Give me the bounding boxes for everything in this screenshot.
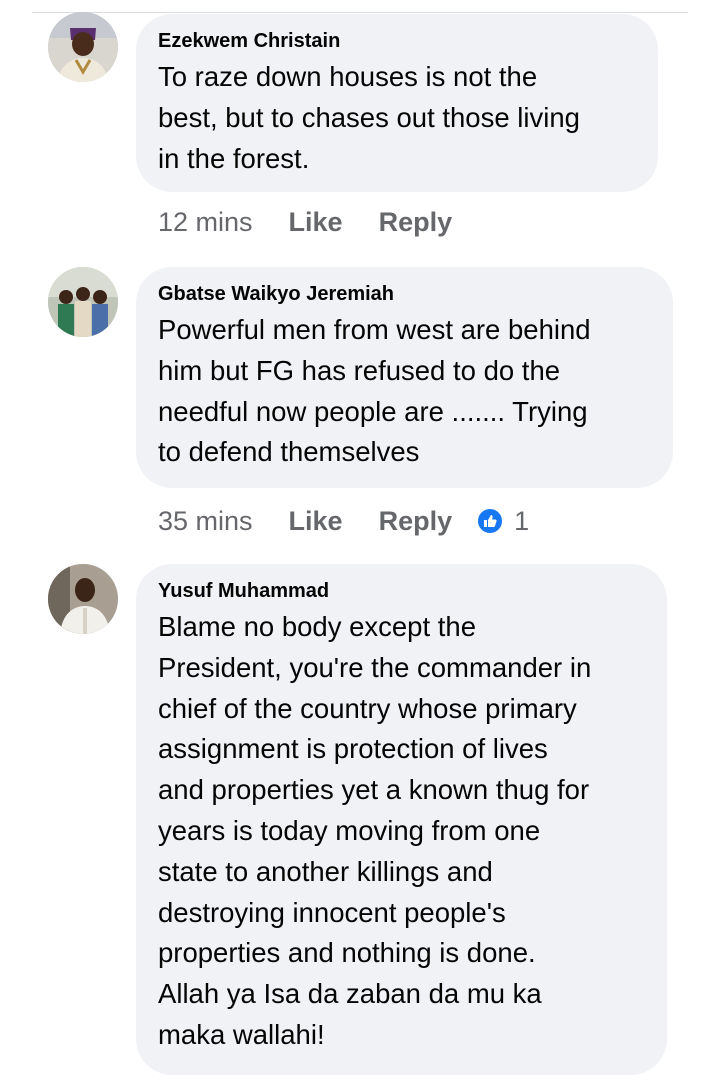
comment-text-line: destroying innocent people's — [158, 896, 506, 928]
comment-text-line: needful now people are ....... Trying — [158, 395, 588, 427]
comment-text-line: best, but to chases out those living — [158, 101, 580, 133]
comment-text-line: properties and nothing is done. — [158, 937, 536, 969]
reply-button[interactable]: Reply — [379, 207, 453, 238]
reply-button[interactable]: Reply — [379, 506, 453, 537]
comment-text: Blame no body except the President, you'… — [158, 607, 647, 1056]
comment-author[interactable]: Ezekwem Christain — [158, 28, 638, 54]
comment-text-line: and properties yet a known thug for — [158, 774, 590, 806]
reaction-count: 1 — [514, 505, 530, 536]
comment-author[interactable]: Yusuf Muhammad — [158, 578, 647, 604]
comment-text-line: To raze down houses is not the — [158, 61, 538, 92]
comment-timestamp[interactable]: 12 mins — [158, 207, 253, 238]
like-icon — [476, 507, 505, 535]
profile-photo-icon — [48, 564, 118, 634]
comment-actions: 12 mins Like Reply — [158, 204, 452, 240]
comment-timestamp[interactable]: 35 mins — [158, 506, 253, 537]
like-button[interactable]: Like — [289, 207, 343, 238]
avatar[interactable] — [48, 12, 118, 82]
comment-text-line: him but FG has refused to do the — [158, 354, 561, 386]
like-button[interactable]: Like — [289, 506, 343, 537]
comment-actions: 35 mins Like Reply 1 — [158, 503, 529, 539]
comment-text: To raze down houses is not the best, but… — [158, 57, 638, 179]
avatar[interactable] — [48, 564, 118, 634]
comment-bubble: Gbatse Waikyo Jeremiah Powerful men from… — [136, 267, 673, 488]
comment-text-line: maka wallahi! — [158, 1018, 325, 1050]
comment-text-line: assignment is protection of lives — [158, 733, 548, 765]
comment-text-line: years is today moving from one — [158, 814, 541, 846]
divider — [32, 12, 688, 13]
reaction-summary[interactable]: 1 — [476, 506, 529, 537]
avatar[interactable] — [48, 267, 118, 337]
profile-photo-icon — [48, 267, 118, 337]
comment-text-line: President, you're the commander in — [158, 651, 592, 683]
comment-text-line: Allah ya Isa da zaban da mu ka — [158, 978, 542, 1010]
profile-photo-icon — [48, 12, 118, 82]
comment-text-line: to defend themselves — [158, 436, 420, 468]
comment-text-line: in the forest. — [158, 142, 310, 174]
comment-text-line: state to another killings and — [158, 855, 493, 887]
comment-author[interactable]: Gbatse Waikyo Jeremiah — [158, 281, 653, 307]
comment-bubble: Ezekwem Christain To raze down houses is… — [136, 14, 658, 192]
comment-text-line: chief of the country whose primary — [158, 692, 577, 724]
comment-bubble: Yusuf Muhammad Blame no body except the … — [136, 564, 667, 1075]
comment-text: Powerful men from west are behind him bu… — [158, 310, 653, 473]
comment-text-line: Blame no body except the — [158, 611, 476, 642]
comment-text-line: Powerful men from west are behind — [158, 314, 591, 345]
